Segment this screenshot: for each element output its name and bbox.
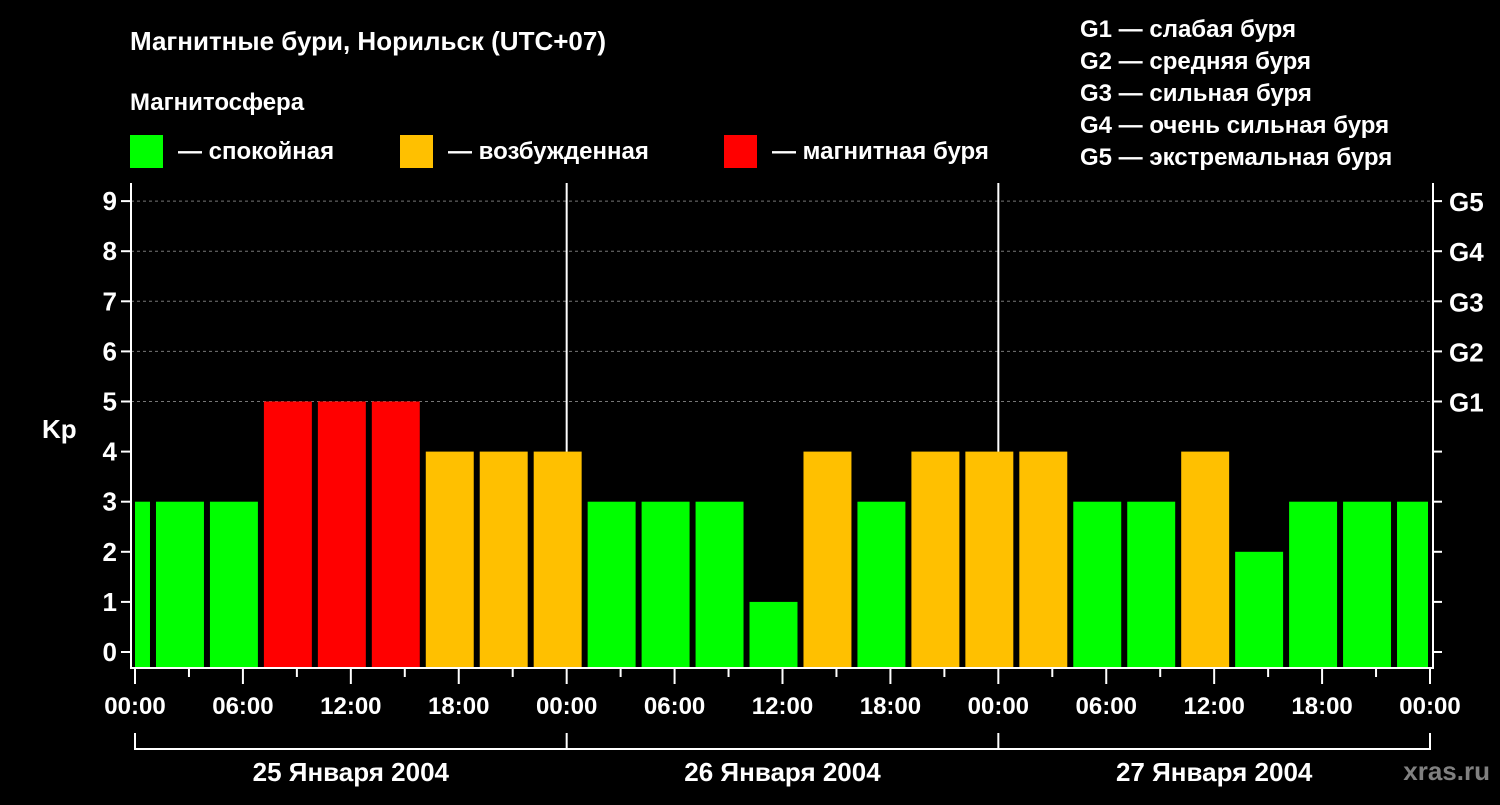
kp-bar (803, 451, 852, 668)
kp-bar (1397, 501, 1428, 668)
kp-bar (695, 501, 744, 668)
y-tick-label: 0 (103, 637, 117, 667)
legend-label-active: — возбужденная (448, 138, 649, 165)
kp-bar (587, 501, 636, 668)
legend-swatch-quiet (130, 135, 163, 168)
x-tick-label: 18:00 (428, 693, 489, 720)
g-scale-g2: G2 — средняя буря (1080, 48, 1311, 75)
x-tick-label: 06:00 (212, 693, 273, 720)
y-tick-label: 3 (103, 487, 117, 517)
day-label: 27 Января 2004 (1116, 757, 1313, 787)
kp-bar (965, 451, 1014, 668)
y-tick-label: 8 (103, 236, 117, 266)
y-tick-label: 1 (103, 587, 117, 617)
x-tick-label: 00:00 (1399, 693, 1460, 720)
kp-bar (1019, 451, 1068, 668)
x-tick-label: 12:00 (752, 693, 813, 720)
kp-bar (371, 401, 420, 668)
g-level-label: G3 (1449, 287, 1484, 317)
kp-bar (155, 501, 204, 668)
chart-title: Магнитные бури, Норильск (UTC+07) (130, 26, 606, 56)
g-level-label: G2 (1449, 337, 1484, 367)
kp-bar (479, 451, 528, 668)
x-tick-label: 06:00 (644, 693, 705, 720)
x-tick-label: 00:00 (104, 693, 165, 720)
x-tick-label: 18:00 (860, 693, 921, 720)
kp-bar (209, 501, 258, 668)
x-tick-label: 12:00 (1183, 693, 1244, 720)
x-tick-label: 00:00 (536, 693, 597, 720)
g-level-label: G5 (1449, 187, 1484, 217)
g-level-label: G1 (1449, 388, 1484, 418)
x-tick-label: 12:00 (320, 693, 381, 720)
x-tick-label: 00:00 (968, 693, 1029, 720)
kp-bar (857, 501, 906, 668)
day-label: 25 Января 2004 (253, 757, 450, 787)
g-level-label: G4 (1449, 237, 1484, 267)
day-label: 26 Января 2004 (684, 757, 881, 787)
kp-bar (641, 501, 690, 668)
g-scale-g1: G1 — слабая буря (1080, 16, 1296, 43)
y-axis-label: Kp (42, 414, 77, 444)
kp-bar (1235, 551, 1284, 668)
x-tick-label: 06:00 (1076, 693, 1137, 720)
kp-bar (263, 401, 312, 668)
kp-bar (1343, 501, 1392, 668)
kp-bar (135, 501, 150, 668)
y-tick-label: 5 (103, 387, 117, 417)
kp-bar (749, 601, 798, 668)
kp-bar (425, 451, 474, 668)
y-tick-label: 9 (103, 186, 117, 216)
g-scale-g3: G3 — сильная буря (1080, 80, 1312, 107)
kp-bar (1289, 501, 1338, 668)
kp-bar (1073, 501, 1122, 668)
kp-chart: Магнитные бури, Норильск (UTC+07) Магнит… (42, 16, 1490, 787)
y-tick-label: 4 (103, 437, 118, 467)
kp-bar (317, 401, 366, 668)
g-scale-g4: G4 — очень сильная буря (1080, 112, 1389, 139)
legend-label-storm: — магнитная буря (772, 138, 989, 165)
kp-bar (533, 451, 582, 668)
legend-swatch-storm (724, 135, 757, 168)
y-tick-label: 6 (103, 336, 117, 366)
kp-bar (1127, 501, 1176, 668)
kp-bar (1181, 451, 1230, 668)
legend-swatch-active (400, 135, 433, 168)
legend-title: Магнитосфера (130, 89, 305, 116)
watermark: xras.ru (1403, 756, 1490, 786)
x-tick-label: 18:00 (1291, 693, 1352, 720)
g-scale-g5: G5 — экстремальная буря (1080, 144, 1392, 171)
y-tick-label: 7 (103, 286, 117, 316)
legend-label-quiet: — спокойная (178, 138, 334, 165)
y-tick-label: 2 (103, 537, 117, 567)
kp-bar (911, 451, 960, 668)
